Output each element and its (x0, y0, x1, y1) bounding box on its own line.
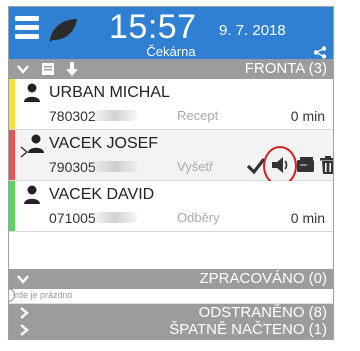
chevron-right-icon[interactable] (19, 307, 29, 319)
removed-section-label[interactable]: ODSTRANĚNO (8) (199, 305, 327, 321)
queue-row[interactable]: VACEK DAVID 071005 Odběry 0 min (9, 181, 333, 232)
person-icon (24, 185, 40, 204)
status-stripe (9, 130, 15, 180)
arrow-down-icon[interactable] (65, 61, 79, 77)
visit-type: Odběry (177, 210, 220, 225)
collapsed-sections: ODSTRANĚNO (8) ŠPATNĚ NAČTENO (1) (9, 304, 333, 339)
header-bar: 15:57 9. 7. 2018 Čekárna (9, 7, 333, 59)
status-stripe (9, 181, 15, 231)
patient-name: VACEK JOSEF (49, 135, 159, 152)
redacted-code (93, 110, 137, 121)
person-icon (24, 83, 40, 102)
highlight-ring (263, 146, 297, 186)
document-icon[interactable] (41, 62, 55, 76)
patient-name: URBAN MICHAL (49, 84, 170, 101)
leaf-icon (49, 19, 77, 42)
visit-type: Vyšetř (177, 159, 214, 174)
visit-type: Recept (177, 108, 219, 123)
person-icon (28, 134, 44, 153)
hamburger-icon[interactable] (15, 16, 39, 40)
clock-time: 15:57 (109, 8, 197, 46)
patient-code: 780302 (49, 108, 96, 124)
misread-section-label[interactable]: ŠPATNĚ NAČTENO (1) (169, 322, 327, 338)
status-stripe (9, 79, 15, 129)
empty-state: rde je prázdno (9, 288, 333, 304)
wait-duration: 0 min (290, 210, 325, 226)
app-window: 15:57 9. 7. 2018 Čekárna FRONTA (3) URBA… (8, 6, 334, 340)
queue-section-label: FRONTA (3) (244, 60, 327, 77)
clock-date: 9. 7. 2018 (219, 22, 286, 39)
chevron-down-icon[interactable] (17, 273, 29, 285)
speaker-icon[interactable] (263, 146, 297, 186)
queue-row[interactable]: URBAN MICHAL 780302 Recept 0 min (9, 79, 333, 130)
wait-duration: 0 min (290, 108, 325, 124)
redacted-code (93, 161, 137, 172)
circle-marker (9, 288, 15, 302)
patient-code: 790305 (49, 159, 96, 175)
chevron-down-icon[interactable] (17, 63, 29, 75)
empty-state-text: rde je prázdno (15, 290, 73, 300)
patient-code: 071005 (49, 210, 96, 226)
chevron-right-icon[interactable] (19, 324, 29, 336)
queue-row[interactable]: VACEK JOSEF 790305 Vyšetř (9, 130, 333, 186)
trash-icon[interactable] (317, 154, 333, 176)
share-icon[interactable] (313, 46, 327, 59)
processed-section-header[interactable]: ZPRACOVÁNO (0) (9, 269, 333, 289)
processed-section-label: ZPRACOVÁNO (0) (199, 270, 327, 287)
redacted-code (93, 212, 137, 223)
card-icon[interactable] (295, 154, 317, 176)
queue-section-header[interactable]: FRONTA (3) (9, 59, 333, 79)
page-title: Čekárna (146, 44, 196, 59)
patient-name: VACEK DAVID (49, 186, 155, 203)
